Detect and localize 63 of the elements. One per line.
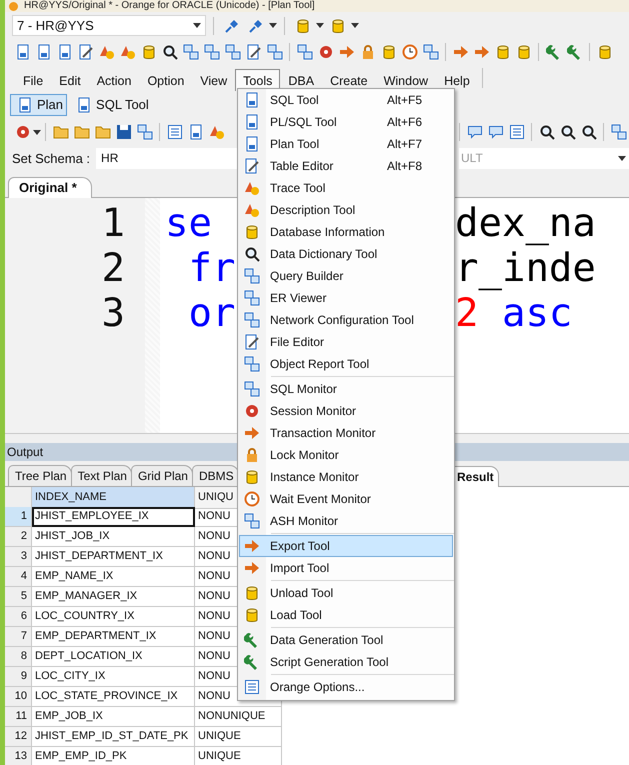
menu-label: Wait Event Monitor [270,492,372,506]
table-cell: LOC_STATE_PROVINCE_IX [32,687,195,707]
table-cell: EMP_MANAGER_IX [32,587,195,607]
shortcut-text: Alt+F5 [386,93,422,107]
menu-label: Lock Monitor [270,448,340,462]
table-cell: UNIQUE [195,727,282,747]
table-cell: JHIST_DEPARTMENT_IX [32,547,195,567]
menu-label: Object Report Tool [270,357,370,371]
table-cell: EMP_JOB_IX [32,707,195,727]
shortcut-text: Alt+F8 [386,159,422,173]
table-cell: LOC_CITY_IX [32,667,195,687]
row-number: 10 [5,687,32,707]
menu-label: Table Editor [270,159,334,173]
menu-label: Instance Monitor [270,470,360,484]
code-text: or [187,291,236,336]
shortcut-text: Alt+F7 [386,137,422,151]
menu-label: Network Configuration Tool [270,313,415,327]
line-number: 3 [100,291,125,336]
table-cell: JHIST_EMPLOYEE_IX [32,507,195,527]
row-number: 5 [5,587,32,607]
menu-label: ER Viewer [270,291,328,305]
table-cell: JHIST_EMP_ID_ST_DATE_PK [32,727,195,747]
menu-label: Description Tool [270,203,356,217]
menu-label: Trace Tool [270,181,326,195]
menu-label: PL/SQL Tool [270,115,338,129]
table-cell: EMP_EMP_ID_PK [32,747,195,765]
row-number: 4 [5,567,32,587]
table-cell: JHIST_JOB_IX [32,527,195,547]
table-cell: UNIQUE [195,747,282,765]
table-cell: EMP_NAME_IX [32,567,195,587]
code-text: r_inde [455,246,596,291]
code-text: se [165,201,213,246]
row-number: 12 [5,727,32,747]
code-text: 2 asc [455,291,572,336]
table-cell: EMP_DEPARTMENT_IX [32,627,195,647]
row-number: 13 [5,747,32,765]
row-number: 7 [5,627,32,647]
table-cell: DEPT_LOCATION_IX [32,647,195,667]
row-number: 3 [5,547,32,567]
menu-label: SQL Tool [270,93,320,107]
table-cell: LOC_COUNTRY_IX [32,607,195,627]
row-number: 6 [5,607,32,627]
menu-label: Plan Tool [270,137,320,151]
row-number: 2 [5,527,32,547]
row-number: 1 [5,507,32,527]
table-cell: NONUNIQUE [195,707,282,727]
menu-label: Database Information [270,225,386,239]
row-number: 11 [5,707,32,727]
menu-label: Session Monitor [270,404,358,418]
menu-label: Transaction Monitor [270,426,377,440]
field-label: Set Schema : [12,151,90,166]
menu-label: File Editor [270,335,326,349]
line-number: 2 [100,246,125,291]
menu-label: Query Builder [270,269,344,283]
line-number: 1 [100,201,125,246]
menu-label: SQL Monitor [270,382,338,396]
menu-label: Data Dictionary Tool [270,247,378,261]
row-number: 9 [5,667,32,687]
code-text: fr [187,246,236,291]
window-title: HR@YYS/Original * - Orange for ORACLE (Unicode) - [Plan Tool] [24,0,315,12]
code-text: dex_na [455,201,596,246]
shortcut-text: Alt+F6 [386,115,422,129]
row-number: 8 [5,647,32,667]
